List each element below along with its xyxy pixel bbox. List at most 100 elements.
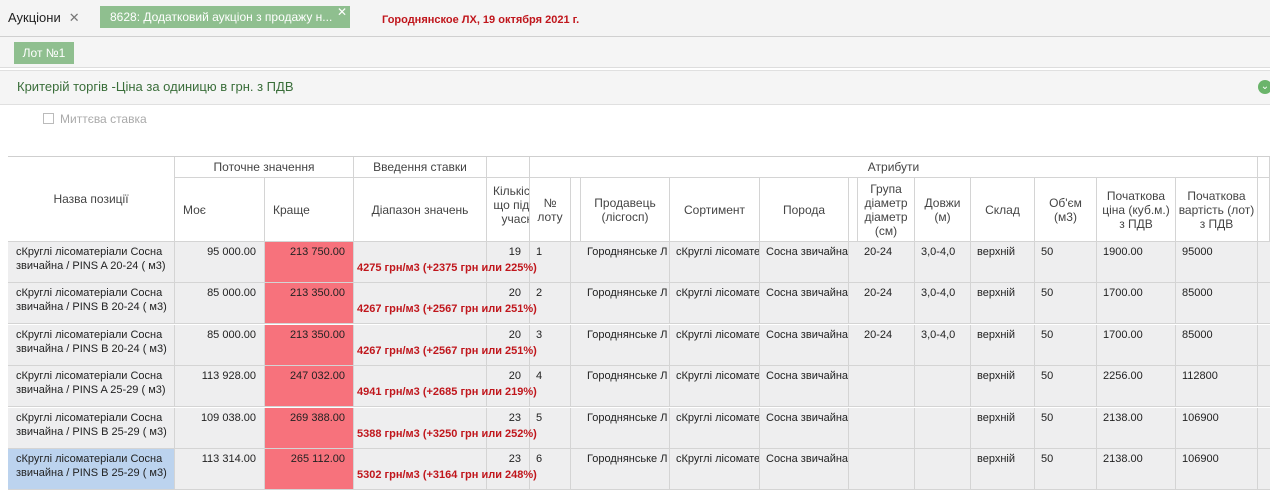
cell-species: Сосна звичайна [760, 242, 849, 283]
chevron-down-icon[interactable]: ⌄ [1258, 80, 1270, 94]
cell-name: сКруглі лісоматеріали Сосна звичайна / P… [8, 366, 175, 407]
instant-bid-label: Миттєва ставка [60, 112, 147, 126]
tab-auctions-label: Аукціони [8, 10, 61, 25]
cell-range[interactable]: 5302 грн/м3 (+3164 грн или 248%) [354, 449, 537, 490]
cell-range[interactable]: 4267 грн/м3 (+2567 грн или 251%) [354, 283, 537, 324]
auction-header-text: Городнянское ЛХ, 19 октября 2021 г. [382, 14, 580, 26]
cell-species: Сосна звичайна [760, 449, 849, 490]
column-header-warehouse[interactable]: Склад [971, 178, 1035, 242]
cell-mine: 85 000.00 [175, 325, 265, 366]
cell-species: Сосна звичайна [760, 408, 849, 449]
column-header-species[interactable]: Порода [760, 178, 849, 242]
column-header-lot-no[interactable]: № лоту [530, 178, 571, 242]
cell-start-price: 2138.00 [1097, 449, 1176, 490]
column-header-seller[interactable]: Продавець (лісгосп) [581, 178, 670, 242]
cell-start-price: 1700.00 [1097, 283, 1176, 324]
cell-volume: 50 [1035, 283, 1097, 324]
cell-length: 3,0-4,0 [915, 325, 971, 366]
cell-blank [1258, 408, 1270, 449]
lot-button[interactable]: Лот №1 [14, 42, 74, 64]
cell-diameter: 20-24 [858, 325, 915, 366]
cell-warehouse: верхній [971, 366, 1035, 407]
cell-range[interactable]: 4267 грн/м3 (+2567 грн или 251%) [354, 325, 537, 366]
cell-species: Сосна звичайна [760, 366, 849, 407]
cell-best: 213 750.00 [265, 242, 354, 283]
cell-range[interactable]: 4275 грн/м3 (+2375 грн или 225%) [354, 242, 537, 283]
cell-assortment: сКруглі лісомате [670, 408, 760, 449]
cell-seller: Городнянське Л [581, 366, 670, 407]
cell-best: 213 350.00 [265, 283, 354, 324]
column-header-diameter[interactable]: Група діаметр діаметр (см) [858, 178, 915, 242]
cell-mine: 109 038.00 [175, 408, 265, 449]
tab-auction-8628[interactable]: 8628: Додатковий аукціон з продажу н... ✕ [100, 5, 350, 28]
cell-volume: 50 [1035, 366, 1097, 407]
column-header-mine[interactable]: Моє [175, 178, 265, 242]
column-header-assortment[interactable]: Сортимент [670, 178, 760, 242]
cell-seller: Городнянське Л [581, 325, 670, 366]
cell-start-cost: 106900 [1176, 408, 1258, 449]
cell-start-price: 1900.00 [1097, 242, 1176, 283]
cell-start-cost: 95000 [1176, 242, 1258, 283]
group-header-bid-input: Введення ставки [354, 157, 487, 178]
cell-name: сКруглі лісоматеріали Сосна звичайна / P… [8, 325, 175, 366]
tab-auction-label: 8628: Додатковий аукціон з продажу н... [110, 10, 333, 24]
column-header-start-price[interactable]: Початкова ціна (куб.м.) з ПДВ [1097, 178, 1176, 242]
cell-name: сКруглі лісоматеріали Сосна звичайна / P… [8, 283, 175, 324]
cell-best: 269 388.00 [265, 408, 354, 449]
cell-best: 213 350.00 [265, 325, 354, 366]
cell-mine: 113 928.00 [175, 366, 265, 407]
range-value: 5388 грн/м3 (+3250 грн или 252%) [357, 428, 537, 440]
cell-start-cost: 112800 [1176, 366, 1258, 407]
column-header-best[interactable]: Краще [265, 178, 354, 242]
group-header-current: Поточне значення [175, 157, 354, 178]
cell-length [915, 366, 971, 407]
cell-start-cost: 85000 [1176, 283, 1258, 324]
cell-volume: 50 [1035, 449, 1097, 490]
column-header-blank [849, 178, 858, 242]
cell-start-price: 2256.00 [1097, 366, 1176, 407]
cell-diameter [858, 366, 915, 407]
cell-blank [1258, 325, 1270, 366]
cell-seller: Городнянське Л [581, 242, 670, 283]
column-header-volume[interactable]: Об'єм (м3) [1035, 178, 1097, 242]
instant-bid-checkbox[interactable] [43, 113, 54, 124]
cell-warehouse: верхній [971, 242, 1035, 283]
cell-range[interactable]: 5388 грн/м3 (+3250 грн или 252%) [354, 408, 537, 449]
cell-volume: 50 [1035, 242, 1097, 283]
column-header-count[interactable]: Кількість, що підтв. учасн. [487, 178, 530, 242]
tab-auctions[interactable]: Аукціони ✕ [8, 6, 80, 30]
cell-mine: 113 314.00 [175, 449, 265, 490]
cell-volume: 50 [1035, 408, 1097, 449]
close-icon[interactable]: ✕ [337, 1, 347, 23]
cell-mine: 85 000.00 [175, 283, 265, 324]
cell-length [915, 449, 971, 490]
range-value: 4267 грн/м3 (+2567 грн или 251%) [357, 345, 537, 357]
column-header-length[interactable]: Довжи (м) [915, 178, 971, 242]
column-header-range[interactable]: Діапазон значень [354, 178, 487, 242]
cell-blank [1258, 449, 1270, 490]
cell-species: Сосна звичайна [760, 325, 849, 366]
cell-assortment: сКруглі лісомате [670, 366, 760, 407]
cell-start-cost: 85000 [1176, 325, 1258, 366]
cell-blank [1258, 242, 1270, 283]
range-value: 4275 грн/м3 (+2375 грн или 225%) [357, 262, 537, 274]
cell-species: Сосна звичайна [760, 283, 849, 324]
cell-range[interactable]: 4941 грн/м3 (+2685 грн или 219%) [354, 366, 537, 407]
cell-start-cost: 106900 [1176, 449, 1258, 490]
column-header-blank [571, 178, 581, 242]
cell-best: 247 032.00 [265, 366, 354, 407]
instant-bid-option[interactable]: Миттєва ставка [43, 112, 147, 127]
cell-length: 3,0-4,0 [915, 283, 971, 324]
group-header-tail [1258, 157, 1270, 178]
cell-volume: 50 [1035, 325, 1097, 366]
cell-length: 3,0-4,0 [915, 242, 971, 283]
range-value: 4267 грн/м3 (+2567 грн или 251%) [357, 303, 537, 315]
close-icon[interactable]: ✕ [69, 10, 80, 25]
column-header-start-cost[interactable]: Початкова вартість (лот) з ПДВ [1176, 178, 1258, 242]
cell-best: 265 112.00 [265, 449, 354, 490]
column-header-name[interactable]: Назва позиції [8, 157, 175, 242]
group-header-attributes: Атрибути [530, 157, 1258, 178]
cell-seller: Городнянське Л [581, 408, 670, 449]
cell-blank [1258, 283, 1270, 324]
range-value: 4941 грн/м3 (+2685 грн или 219%) [357, 386, 537, 398]
